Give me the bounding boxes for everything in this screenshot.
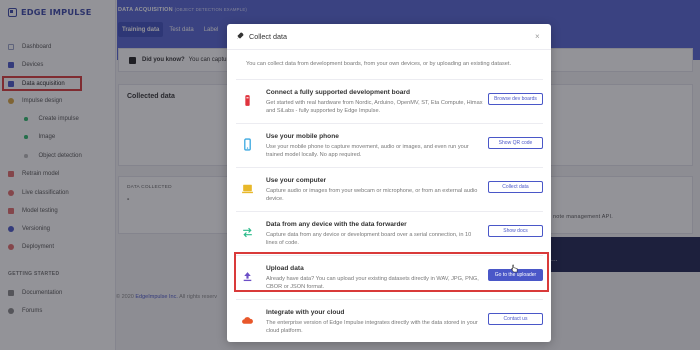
- modal-title: Collect data: [249, 32, 287, 41]
- modal-header: Collect data ×: [227, 24, 551, 50]
- collect-data-modal: Collect data × You can collect data from…: [227, 24, 551, 342]
- option-mobile-phone: Use your mobile phone Use your mobile ph…: [236, 123, 543, 167]
- option-dev-board: Connect a fully supported development bo…: [236, 79, 543, 123]
- option-description: Capture data from any device or developm…: [266, 232, 472, 246]
- option-data-forwarder: Data from any device with the data forwa…: [236, 211, 543, 255]
- option-description: Capture audio or images from your webcam…: [266, 188, 478, 202]
- close-icon[interactable]: ×: [535, 32, 540, 41]
- option-cloud: Integrate with your cloud The enterprise…: [236, 299, 543, 343]
- collect-data-button[interactable]: Collect data: [488, 181, 543, 193]
- forwarder-icon: [243, 227, 252, 238]
- option-description: Use your mobile phone to capture movemen…: [266, 144, 469, 158]
- option-computer: Use your computer Capture audio or image…: [236, 167, 543, 211]
- option-description: The enterprise version of Edge Impulse i…: [266, 320, 478, 334]
- show-docs-button[interactable]: Show docs: [488, 225, 543, 237]
- option-title: Use your computer: [266, 177, 327, 184]
- option-title: Use your mobile phone: [266, 133, 339, 140]
- show-qr-code-button[interactable]: Show QR code: [488, 137, 543, 149]
- rocket-icon: [237, 32, 244, 39]
- cloud-icon: [242, 317, 253, 324]
- contact-us-button[interactable]: Contact us: [488, 313, 543, 325]
- highlight-box-upload: [234, 252, 549, 292]
- option-title: Data from any device with the data forwa…: [266, 221, 407, 228]
- laptop-icon: [242, 184, 253, 194]
- browse-dev-boards-button[interactable]: Browse dev boards: [488, 93, 543, 105]
- board-icon: [245, 95, 250, 106]
- option-description: Get started with real hardware from Nord…: [266, 100, 483, 114]
- phone-icon: [244, 138, 251, 151]
- modal-intro: You can collect data from development bo…: [246, 61, 512, 67]
- option-title: Integrate with your cloud: [266, 309, 345, 316]
- option-title: Connect a fully supported development bo…: [266, 89, 410, 96]
- hand-cursor-icon: [511, 264, 518, 273]
